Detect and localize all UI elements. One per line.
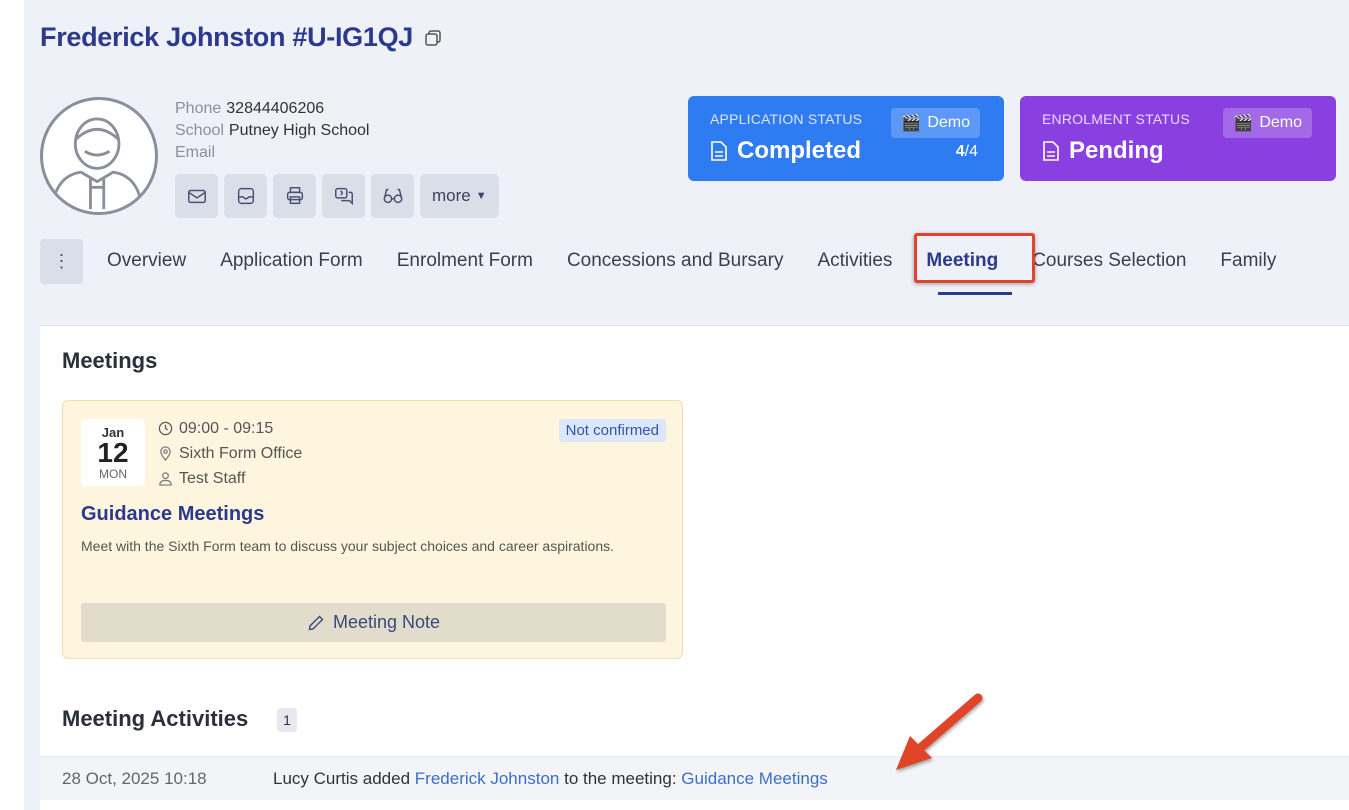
tab-bar: ⋮ Overview Application Form Enrolment Fo… [40, 238, 1310, 284]
email-button[interactable] [175, 174, 218, 218]
email-label: Email [175, 144, 216, 161]
inbox-button[interactable] [224, 174, 267, 218]
phone-label: Phone [175, 100, 222, 117]
application-status-card[interactable]: APPLICATION STATUS 🎬 Demo Completed 4/4 [688, 96, 1004, 181]
application-status-value: Completed [737, 137, 862, 164]
tab-overview[interactable]: Overview [107, 250, 186, 272]
enrolment-demo-badge: 🎬 Demo [1223, 108, 1312, 138]
print-button[interactable] [273, 174, 316, 218]
meeting-note-button[interactable]: Meeting Note [81, 603, 666, 642]
meeting-staff-row: Test Staff [158, 466, 302, 491]
application-progress-count: 4/4 [956, 143, 978, 161]
location-pin-icon [160, 446, 171, 461]
progress-done: 4 [955, 143, 965, 160]
phone-value: 32844406206 [226, 100, 325, 117]
page: Frederick Johnston #U-IG1QJ Phone 3284440… [0, 0, 1349, 810]
progress-total: /4 [964, 143, 978, 160]
activity-time: 28 Oct, 2025 10:18 [62, 769, 207, 788]
caret-down-icon: ▼ [475, 190, 487, 202]
inbox-icon [237, 187, 254, 205]
person-icon [159, 472, 172, 486]
clapperboard-icon: 🎬 [901, 115, 922, 132]
more-label: more [432, 186, 471, 205]
chat-icon [334, 187, 353, 206]
meeting-time-row: 09:00 - 09:15 [158, 416, 302, 441]
tab-concessions-and-bursary[interactable]: Concessions and Bursary [567, 250, 784, 272]
meeting-meta: 09:00 - 09:15 Sixth Form Office Test Sta… [158, 416, 302, 491]
clock-icon [158, 421, 173, 436]
enrolment-status-value: Pending [1069, 137, 1164, 164]
date-weekday: MON [99, 467, 127, 481]
page-title: Frederick Johnston #U-IG1QJ [40, 22, 413, 52]
school-label: School [175, 122, 224, 139]
demo-label: Demo [1259, 114, 1302, 131]
tab-family[interactable]: Family [1220, 250, 1276, 272]
activity-middle: to the meeting: [564, 769, 677, 788]
activity-actor: Lucy Curtis [273, 769, 359, 788]
email-row: Email [175, 142, 369, 164]
chat-button[interactable] [322, 174, 365, 218]
meeting-time: 09:00 - 09:15 [179, 420, 274, 437]
envelope-icon [187, 189, 206, 204]
profile-actions: more ▼ [175, 174, 499, 218]
user-avatar-icon [51, 117, 144, 210]
status-badge: Not confirmed [558, 419, 666, 442]
school-value: Putney High School [228, 122, 370, 139]
meeting-note-label: Meeting Note [332, 612, 441, 632]
date-box: Jan 12 MON [81, 419, 145, 486]
activity-row: 28 Oct, 2025 10:18 Lucy Curtis added Fre… [40, 756, 1349, 800]
avatar [40, 97, 158, 215]
activity-target-link[interactable]: Frederick Johnston [415, 769, 560, 788]
phone-row: Phone 32844406206 [175, 98, 369, 120]
document-icon [711, 141, 727, 161]
tab-enrolment-form[interactable]: Enrolment Form [397, 250, 533, 272]
date-day: 12 [97, 437, 129, 468]
glasses-icon [383, 188, 402, 204]
tab-application-form[interactable]: Application Form [220, 250, 363, 272]
activities-count-badge: 1 [277, 708, 297, 732]
printer-icon [286, 187, 303, 205]
tab-activities[interactable]: Activities [817, 250, 892, 272]
highlight-annotation-box [914, 233, 1035, 283]
kebab-menu-icon[interactable]: ⋮ [40, 238, 83, 284]
document-icon [1043, 141, 1059, 161]
school-row: School Putney High School [175, 120, 369, 142]
copy-icon[interactable] [423, 28, 443, 48]
application-demo-badge: 🎬 Demo [891, 108, 980, 138]
title-row: Frederick Johnston #U-IG1QJ [40, 22, 443, 53]
meeting-location: Sixth Form Office [179, 445, 303, 462]
clapperboard-icon: 🎬 [1233, 115, 1254, 132]
activity-verb: added [362, 769, 411, 788]
preview-button[interactable] [371, 174, 414, 218]
meeting-staff: Test Staff [179, 470, 246, 487]
page-margin [0, 0, 24, 810]
meeting-title[interactable]: Guidance Meetings [81, 503, 264, 526]
tab-courses-selection[interactable]: Courses Selection [1032, 250, 1186, 272]
demo-label: Demo [927, 114, 970, 131]
pencil-icon [308, 615, 324, 630]
application-status-value-row: Completed [710, 137, 861, 165]
enrolment-status-value-row: Pending [1042, 137, 1164, 165]
meetings-heading: Meetings [62, 348, 158, 373]
meeting-card[interactable]: Jan 12 MON 09:00 - 09:15 Sixth Form Offi… [62, 400, 683, 659]
enrolment-status-card[interactable]: ENROLMENT STATUS 🎬 Demo Pending [1020, 96, 1336, 181]
meeting-description: Meet with the Sixth Form team to discuss… [81, 538, 615, 554]
active-tab-underline [938, 292, 1012, 295]
arrow-annotation [896, 693, 983, 770]
activity-text: Lucy Curtis added Frederick Johnston to … [273, 769, 828, 789]
profile-info: Phone 32844406206 School Putney High Schoo… [175, 98, 369, 164]
meeting-location-row: Sixth Form Office [158, 441, 302, 466]
more-button[interactable]: more ▼ [420, 174, 499, 218]
activity-meeting-link[interactable]: Guidance Meetings [681, 769, 827, 788]
meeting-activities-heading: Meeting Activities [62, 706, 249, 731]
